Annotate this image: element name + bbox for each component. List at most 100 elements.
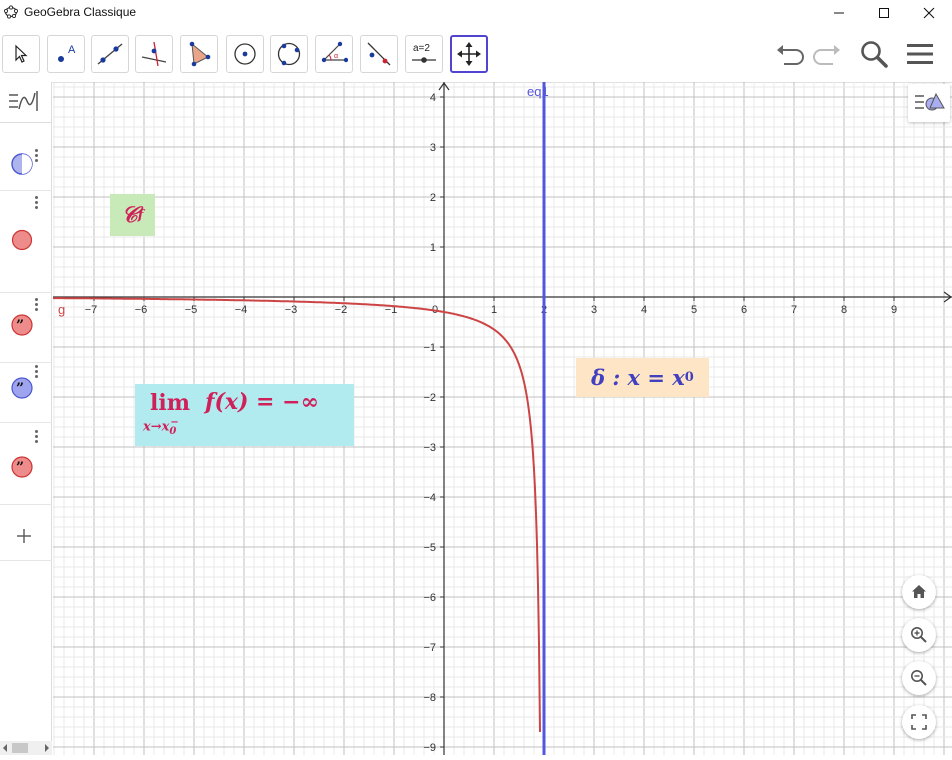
item-menu-dots-icon[interactable] xyxy=(35,298,38,313)
y-tick-label: −5 xyxy=(423,542,436,554)
home-view-button[interactable] xyxy=(902,575,936,609)
text-limit-expression[interactable]: lim x→x0− f(x) = −∞ xyxy=(135,384,354,446)
angle-tool-button[interactable]: α xyxy=(315,35,353,73)
graphics-style-icon xyxy=(915,92,945,111)
svg-text:A: A xyxy=(68,44,76,56)
hamburger-menu-icon xyxy=(907,44,933,64)
algebra-horizontal-scrollbar[interactable] xyxy=(0,741,52,755)
x-tick-label: 7 xyxy=(791,304,797,316)
algebra-item-text3[interactable]: ” xyxy=(0,422,52,505)
maximize-button[interactable] xyxy=(861,0,907,26)
algebra-style-bar-button[interactable] xyxy=(0,82,52,123)
algebra-item-text1[interactable]: ” xyxy=(0,292,52,363)
delta-equation: δ : x = x xyxy=(591,365,685,390)
slider-label: a=2 xyxy=(413,43,430,54)
circle-center-icon xyxy=(234,43,256,65)
y-tick-label: 1 xyxy=(430,242,436,254)
cf-subscript: f xyxy=(137,207,144,223)
perpendicular-line-icon xyxy=(141,41,167,67)
lim-word: lim xyxy=(150,390,190,416)
circle-tool-button[interactable] xyxy=(226,35,264,73)
y-tick-label: 4 xyxy=(430,92,436,104)
lim-expression: f(x) = −∞ xyxy=(205,389,319,415)
y-tick-label: −1 xyxy=(423,342,436,354)
x-tick-label: −6 xyxy=(135,304,148,316)
y-tick-label: 2 xyxy=(430,192,436,204)
perpendicular-line-tool-button[interactable] xyxy=(135,35,173,73)
zoom-out-button[interactable] xyxy=(902,661,936,695)
y-tick-label: 3 xyxy=(430,142,436,154)
algebra-item-g[interactable] xyxy=(0,190,52,293)
item-menu-dots-icon[interactable] xyxy=(35,149,38,164)
y-tick-label: −2 xyxy=(423,392,436,404)
minimize-button[interactable] xyxy=(816,0,862,26)
toolbar: A α a=2 xyxy=(0,26,952,83)
circle-three-points-tool-button[interactable] xyxy=(270,35,308,73)
algebra-item-text2[interactable]: ” xyxy=(0,362,52,423)
svg-text:”: ” xyxy=(16,381,24,397)
text-quote-icon[interactable]: ” xyxy=(10,376,34,400)
search-button[interactable] xyxy=(856,36,892,72)
text-cf-label[interactable]: 𝒞f xyxy=(110,194,155,236)
graphics-style-bar-button[interactable] xyxy=(908,84,950,122)
algebra-view: ” ” ” xyxy=(0,82,52,755)
point-tool-button[interactable]: A xyxy=(47,35,85,73)
zoom-out-icon xyxy=(911,670,927,686)
polygon-tool-button[interactable] xyxy=(180,35,218,73)
move-arrows-icon xyxy=(457,42,481,66)
y-tick-label: −9 xyxy=(423,742,436,754)
x-tick-label: −3 xyxy=(285,304,298,316)
reflect-line-icon xyxy=(367,42,391,66)
fullscreen-button[interactable] xyxy=(902,705,936,739)
visibility-toggle-icon[interactable] xyxy=(10,152,34,176)
svg-text:α: α xyxy=(334,53,338,60)
curve-label-g: g xyxy=(58,302,65,317)
x-tick-label: 8 xyxy=(841,304,847,316)
undo-icon xyxy=(777,45,804,65)
point-icon: A xyxy=(58,44,76,62)
algebra-input-row[interactable] xyxy=(0,504,52,561)
y-tick-label: −6 xyxy=(423,592,436,604)
svg-text:”: ” xyxy=(16,318,24,334)
fullscreen-icon xyxy=(911,714,927,730)
lim-subscript: x→x0− xyxy=(143,417,185,437)
reflect-tool-button[interactable] xyxy=(360,35,398,73)
undo-button[interactable] xyxy=(771,36,807,72)
item-menu-dots-icon[interactable] xyxy=(35,196,38,211)
redo-button[interactable] xyxy=(810,36,846,72)
cursor-arrow-icon xyxy=(15,44,28,63)
text-quote-icon[interactable]: ” xyxy=(10,455,34,479)
delta-subscript: 0 xyxy=(684,370,694,385)
x-tick-label: 1 xyxy=(491,304,497,316)
y-tick-label: −7 xyxy=(423,642,436,654)
item-menu-dots-icon[interactable] xyxy=(35,430,38,445)
add-icon[interactable] xyxy=(16,528,32,544)
search-icon xyxy=(861,41,888,68)
window-title: GeoGebra Classique xyxy=(24,5,137,19)
text-quote-icon[interactable]: ” xyxy=(10,313,34,337)
algebra-item-eq1[interactable] xyxy=(0,122,52,191)
algebra-graph-icon xyxy=(9,91,38,111)
x-tick-label: −7 xyxy=(85,304,98,316)
main-menu-button[interactable] xyxy=(902,36,938,72)
zoom-in-icon xyxy=(911,627,927,643)
close-button[interactable] xyxy=(906,0,952,26)
lim-subscript-sign: − xyxy=(170,417,179,428)
angle-icon: α xyxy=(321,41,348,63)
y-tick-label: −3 xyxy=(423,442,436,454)
redo-icon xyxy=(813,45,840,65)
move-graphics-view-tool-button[interactable] xyxy=(450,35,488,73)
move-tool-button[interactable] xyxy=(2,35,40,73)
zoom-in-button[interactable] xyxy=(902,618,936,652)
text-delta-equation[interactable]: δ : x = x0 xyxy=(576,358,709,397)
visibility-toggle-icon[interactable] xyxy=(10,228,34,252)
home-icon xyxy=(912,585,926,598)
item-menu-dots-icon[interactable] xyxy=(35,365,38,380)
x-tick-label: −4 xyxy=(235,304,248,316)
title-bar: GeoGebra Classique xyxy=(0,0,952,26)
y-tick-label: −4 xyxy=(423,492,436,504)
line-tool-button[interactable] xyxy=(91,35,129,73)
lim-subscript-text: x→x xyxy=(143,419,170,435)
slider-icon: a=2 xyxy=(412,43,436,63)
slider-tool-button[interactable]: a=2 xyxy=(405,35,443,73)
